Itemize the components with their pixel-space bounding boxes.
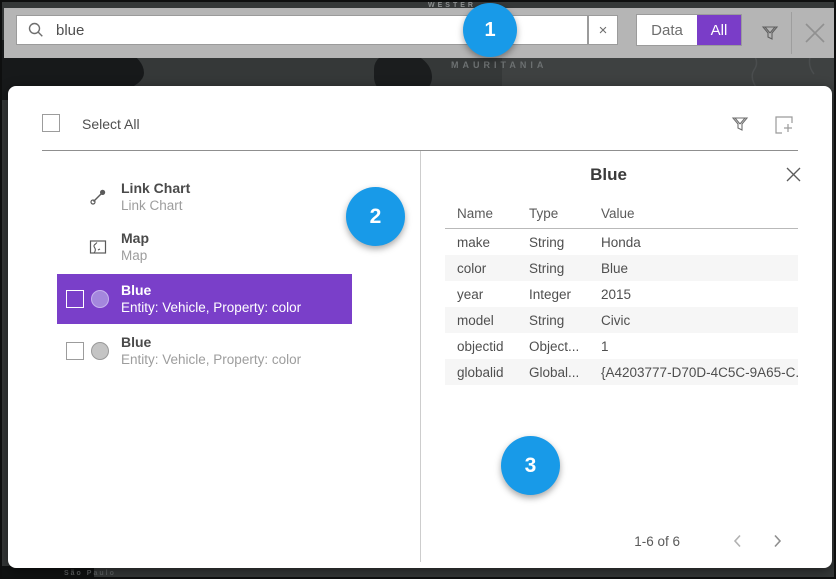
attribute-cell: String bbox=[529, 235, 601, 250]
attribute-table: Name Type Value makeStringHondacolorStri… bbox=[445, 199, 798, 385]
detail-title: Blue bbox=[421, 165, 796, 185]
search-scope-toggle: Data All bbox=[636, 14, 742, 46]
result-subtitle: Link Chart bbox=[121, 197, 190, 214]
clear-search-button[interactable]: × bbox=[588, 15, 618, 45]
result-item[interactable]: Map Map bbox=[8, 228, 358, 266]
attribute-cell: Civic bbox=[601, 313, 798, 328]
result-text: Blue Entity: Vehicle, Property: color bbox=[121, 334, 301, 368]
attribute-row[interactable]: modelStringCivic bbox=[445, 307, 798, 333]
attribute-cell: color bbox=[457, 261, 529, 276]
column-header-value: Value bbox=[601, 206, 798, 221]
annotation-circle-1: 1 bbox=[463, 3, 517, 57]
filter-icon bbox=[760, 23, 780, 43]
result-text: Link Chart Link Chart bbox=[121, 180, 190, 214]
chevron-left-icon bbox=[733, 534, 742, 548]
column-header-name: Name bbox=[457, 206, 529, 221]
attribute-table-header: Name Type Value bbox=[445, 199, 798, 229]
chevron-right-icon bbox=[773, 534, 782, 548]
attribute-cell: model bbox=[457, 313, 529, 328]
result-subtitle: Map bbox=[121, 247, 149, 264]
select-all-label: Select All bbox=[82, 116, 140, 132]
result-subtitle: Entity: Vehicle, Property: color bbox=[121, 351, 301, 368]
result-icon bbox=[89, 188, 107, 206]
close-icon bbox=[802, 20, 828, 46]
result-title: Link Chart bbox=[121, 180, 190, 197]
result-title: Map bbox=[121, 230, 149, 247]
scope-all-button[interactable]: All bbox=[697, 15, 741, 45]
attribute-row[interactable]: objectidObject...1 bbox=[445, 333, 798, 359]
scope-data-button[interactable]: Data bbox=[637, 15, 697, 45]
attribute-cell: 1 bbox=[601, 339, 798, 354]
filter-button[interactable] bbox=[754, 17, 786, 49]
filter-icon bbox=[730, 114, 750, 134]
clear-icon: × bbox=[599, 22, 608, 39]
search-toolbar: blue × Data All bbox=[4, 8, 834, 58]
result-icon bbox=[89, 238, 107, 256]
annotation-circle-2: 2 bbox=[346, 187, 405, 246]
detail-pane: Blue Name Type Value makeStringHondacolo… bbox=[421, 151, 832, 568]
close-icon bbox=[785, 166, 802, 183]
attribute-cell: Blue bbox=[601, 261, 798, 276]
map-label-bottom: São Paulo bbox=[64, 570, 116, 577]
result-subtitle: Entity: Vehicle, Property: color bbox=[121, 299, 301, 316]
attribute-cell: Integer bbox=[529, 287, 601, 302]
result-title: Blue bbox=[121, 282, 301, 299]
add-selection-icon bbox=[773, 113, 795, 135]
result-icon bbox=[91, 290, 109, 308]
attribute-cell: year bbox=[457, 287, 529, 302]
select-all-checkbox[interactable] bbox=[42, 114, 60, 132]
annotation-circle-3: 3 bbox=[501, 436, 560, 495]
attribute-cell: make bbox=[457, 235, 529, 250]
pagination-next-button[interactable] bbox=[764, 530, 790, 552]
results-filter-button[interactable] bbox=[728, 112, 752, 136]
result-icon bbox=[91, 342, 109, 360]
result-item[interactable]: Link Chart Link Chart bbox=[8, 178, 358, 216]
attribute-cell: String bbox=[529, 313, 601, 328]
result-item[interactable]: Blue Entity: Vehicle, Property: color bbox=[8, 274, 358, 324]
result-item[interactable]: Blue Entity: Vehicle, Property: color bbox=[8, 332, 358, 370]
attribute-row[interactable]: makeStringHonda bbox=[445, 229, 798, 255]
result-text: Blue Entity: Vehicle, Property: color bbox=[121, 282, 301, 316]
result-checkbox[interactable] bbox=[66, 290, 84, 308]
attribute-row[interactable]: yearInteger2015 bbox=[445, 281, 798, 307]
pagination-label: 1-6 of 6 bbox=[634, 534, 680, 549]
attribute-cell: Honda bbox=[601, 235, 798, 250]
toolbar-divider bbox=[791, 12, 792, 54]
search-query-text: blue bbox=[56, 22, 84, 39]
attribute-row[interactable]: globalidGlobal...{A4203777-D70D-4C5C-9A6… bbox=[445, 359, 798, 385]
result-checkbox[interactable] bbox=[66, 342, 84, 360]
result-title: Blue bbox=[121, 334, 301, 351]
attribute-cell: globalid bbox=[457, 365, 529, 380]
attribute-cell: String bbox=[529, 261, 601, 276]
pagination: 1-6 of 6 bbox=[634, 530, 790, 552]
pagination-prev-button[interactable] bbox=[724, 530, 750, 552]
column-header-type: Type bbox=[529, 206, 601, 221]
close-search-button[interactable] bbox=[798, 17, 832, 49]
app-window: WESTER MAURITANIA São Paulo blue × Data … bbox=[0, 0, 836, 579]
attribute-cell: Global... bbox=[529, 365, 601, 380]
search-icon bbox=[28, 22, 44, 38]
detail-close-button[interactable] bbox=[782, 163, 804, 185]
attribute-cell: objectid bbox=[457, 339, 529, 354]
attribute-cell: {A4203777-D70D-4C5C-9A65-C... bbox=[601, 365, 798, 380]
search-results-panel: Select All Link Chart Link Chart bbox=[8, 86, 832, 568]
result-text: Map Map bbox=[121, 230, 149, 264]
attribute-cell: Object... bbox=[529, 339, 601, 354]
add-to-selection-button[interactable] bbox=[772, 112, 796, 136]
attribute-row[interactable]: colorStringBlue bbox=[445, 255, 798, 281]
attribute-cell: 2015 bbox=[601, 287, 798, 302]
map-label-mauritania: MAURITANIA bbox=[451, 60, 547, 70]
